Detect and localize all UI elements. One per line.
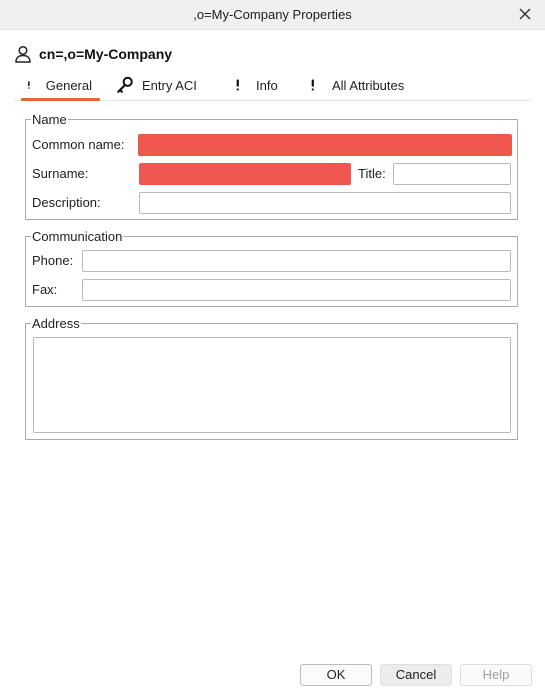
tab-general[interactable]: General xyxy=(14,70,100,101)
tab-info-label: Info xyxy=(256,77,278,93)
ok-button[interactable]: OK xyxy=(300,664,372,686)
key-icon xyxy=(117,76,133,93)
tab-info[interactable]: Info xyxy=(216,70,292,100)
cancel-button[interactable]: Cancel xyxy=(380,664,452,686)
description-field[interactable] xyxy=(139,192,511,214)
tab-all-attributes[interactable]: All Attributes xyxy=(298,70,418,100)
tab-entry-aci[interactable]: Entry ACI xyxy=(106,70,210,100)
fax-field[interactable] xyxy=(82,279,511,301)
tab-all-attributes-label: All Attributes xyxy=(332,77,405,93)
phone-label: Phone: xyxy=(32,253,74,268)
window-title: ,o=My-Company Properties xyxy=(193,7,352,22)
tab-bar: General Entry ACI Info All Attributes xyxy=(14,70,532,101)
close-icon[interactable] xyxy=(517,6,533,22)
surname-field[interactable] xyxy=(139,163,351,185)
exclamation-icon xyxy=(28,81,30,89)
title-field[interactable] xyxy=(393,163,511,185)
entry-header: cn=,o=My-Company xyxy=(14,43,172,65)
fax-label: Fax: xyxy=(32,282,58,297)
exclamation-icon xyxy=(236,79,239,91)
user-icon xyxy=(15,45,31,63)
address-field[interactable] xyxy=(33,337,511,433)
title-bar: ,o=My-Company Properties xyxy=(0,0,545,30)
phone-field[interactable] xyxy=(82,250,511,272)
exclamation-icon xyxy=(311,79,314,91)
address-group-legend: Address xyxy=(32,316,80,331)
surname-label: Surname: xyxy=(32,166,89,181)
help-button[interactable]: Help xyxy=(460,664,532,686)
communication-group-legend: Communication xyxy=(32,229,123,244)
name-group-legend: Name xyxy=(32,112,67,127)
description-label: Description: xyxy=(32,195,101,210)
entry-title: cn=,o=My-Company xyxy=(39,46,173,62)
tab-general-label: General xyxy=(45,77,92,93)
tab-entry-aci-label: Entry ACI xyxy=(142,77,197,93)
common-name-field[interactable] xyxy=(138,134,512,156)
title-label: Title: xyxy=(358,166,386,181)
common-name-label: Common name: xyxy=(32,137,125,152)
